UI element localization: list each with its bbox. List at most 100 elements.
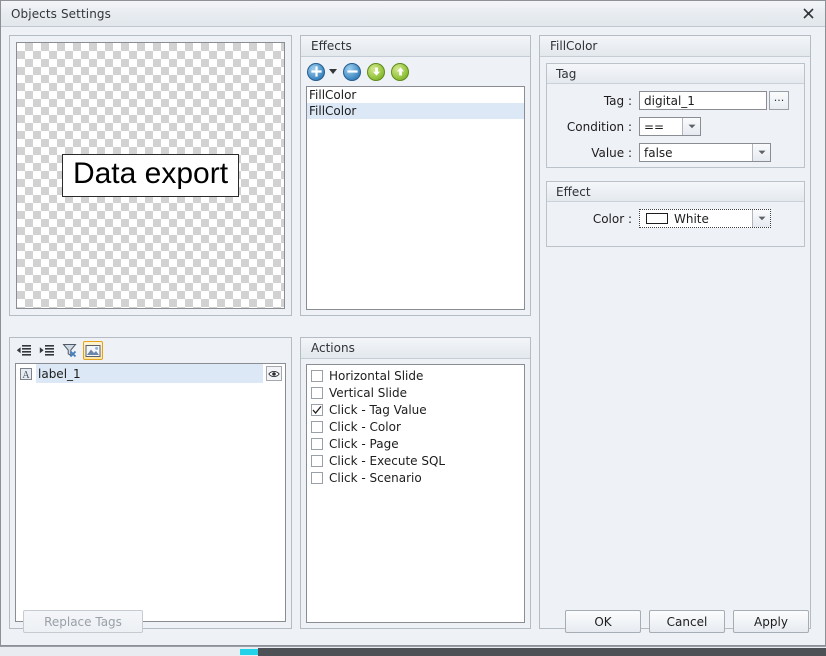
dialog-footer: Replace Tags OK Cancel Apply — [1, 601, 825, 645]
taskbar-active-marker[interactable] — [240, 649, 258, 655]
condition-field-row: Condition : == — [547, 117, 804, 136]
action-label: Click - Execute SQL — [329, 453, 446, 468]
move-down-button[interactable] — [367, 62, 385, 81]
remove-effect-button[interactable] — [343, 62, 361, 81]
filter-clear-icon[interactable] — [60, 341, 80, 360]
checkbox[interactable] — [311, 471, 323, 484]
value-value: false — [644, 145, 673, 160]
effect-item-label: FillColor — [309, 88, 357, 102]
preview-canvas[interactable]: Data export — [16, 42, 285, 309]
eye-icon[interactable] — [266, 366, 282, 381]
action-vertical-slide[interactable]: Vertical Slide — [307, 384, 524, 401]
settings-panel-header: FillColor — [540, 36, 810, 57]
action-click-page[interactable]: Click - Page — [307, 435, 524, 452]
cancel-button[interactable]: Cancel — [649, 610, 725, 633]
arrow-down-icon — [372, 67, 380, 76]
apply-button[interactable]: Apply — [733, 610, 809, 633]
tag-field-row: Tag : digital_1 ··· — [547, 91, 804, 110]
action-label: Click - Page — [329, 436, 399, 451]
replace-tags-button[interactable]: Replace Tags — [23, 610, 143, 633]
tag-input-value: digital_1 — [644, 93, 695, 108]
ok-button[interactable]: OK — [565, 610, 641, 633]
outdent-icon[interactable] — [14, 341, 34, 360]
action-label: Click - Color — [329, 419, 401, 434]
color-value: White — [674, 211, 709, 226]
indent-glyph — [39, 344, 54, 356]
checkbox[interactable] — [311, 369, 323, 382]
value-field-row: Value : false — [547, 143, 804, 162]
chevron-down-glyph — [758, 216, 765, 221]
effects-panel-header: Effects — [301, 36, 530, 57]
objects-toolbar — [10, 338, 291, 363]
text-label-icon: A — [16, 367, 36, 381]
value-select[interactable]: false — [639, 143, 771, 162]
minus-icon — [346, 70, 358, 73]
condition-label: Condition : — [566, 119, 632, 134]
add-effect-dropdown-icon[interactable] — [329, 69, 337, 74]
tag-input[interactable]: digital_1 — [639, 91, 767, 110]
preview-label-object[interactable]: Data export — [61, 154, 240, 197]
dialog-body: Data export A label_1 Effects FillColor … — [1, 27, 825, 645]
close-icon[interactable] — [797, 5, 819, 23]
list-item[interactable]: FillColor — [307, 87, 524, 103]
object-preview-panel: Data export — [9, 35, 292, 316]
dialog-button-group: OK Cancel Apply — [565, 610, 809, 633]
effect-settings-panel: FillColor Tag Tag : digital_1 ··· Condit… — [539, 35, 811, 629]
chevron-down-icon[interactable] — [752, 210, 770, 227]
color-combo-content: White — [640, 210, 752, 227]
chevron-down-icon[interactable] — [682, 118, 700, 135]
color-field-row: Color : White — [547, 209, 804, 228]
list-item[interactable]: A label_1 — [16, 364, 285, 383]
checkbox[interactable] — [311, 454, 323, 467]
image-glyph — [85, 344, 101, 357]
chevron-down-icon[interactable] — [752, 144, 770, 161]
tag-group: Tag Tag : digital_1 ··· Condition : == V… — [546, 63, 805, 168]
color-label: Color : — [592, 211, 632, 226]
action-click-execute-sql[interactable]: Click - Execute SQL — [307, 452, 524, 469]
color-select[interactable]: White — [639, 209, 771, 228]
action-click-scenario[interactable]: Click - Scenario — [307, 469, 524, 486]
effects-toolbar — [301, 57, 530, 86]
checkbox-checked[interactable] — [311, 403, 323, 416]
close-glyph — [802, 8, 814, 19]
action-click-tag-value[interactable]: Click - Tag Value — [307, 401, 524, 418]
effects-panel: Effects FillColor FillColor — [300, 35, 531, 316]
effects-list[interactable]: FillColor FillColor — [306, 86, 525, 310]
checkbox[interactable] — [311, 420, 323, 433]
condition-value: == — [644, 119, 665, 134]
visibility-toggle[interactable] — [263, 366, 285, 381]
image-icon[interactable] — [83, 341, 103, 360]
window-title: Objects Settings — [11, 6, 111, 21]
chevron-down-glyph — [758, 150, 765, 155]
move-up-button[interactable] — [391, 62, 409, 81]
action-horizontal-slide[interactable]: Horizontal Slide — [307, 367, 524, 384]
title-bar: Objects Settings — [1, 1, 825, 27]
actions-list[interactable]: Horizontal Slide Vertical Slide Click - … — [306, 364, 525, 623]
add-effect-button[interactable] — [307, 62, 325, 81]
indent-icon[interactable] — [37, 341, 57, 360]
objects-list-panel: A label_1 — [9, 337, 292, 629]
checkbox[interactable] — [311, 386, 323, 399]
tag-label: Tag : — [603, 93, 632, 108]
effect-item-label: FillColor — [309, 104, 357, 118]
condition-select[interactable]: == — [639, 117, 701, 136]
action-label: Horizontal Slide — [329, 368, 424, 383]
checkbox[interactable] — [311, 437, 323, 450]
text-label-glyph: A — [20, 367, 32, 381]
list-item[interactable]: FillColor — [307, 103, 524, 119]
actions-panel: Actions Horizontal Slide Vertical Slide — [300, 337, 531, 629]
outdent-glyph — [16, 344, 31, 356]
arrow-up-icon — [396, 67, 404, 76]
check-icon — [312, 405, 322, 414]
taskbar-background — [258, 648, 826, 656]
value-label: Value : — [591, 145, 632, 160]
color-swatch — [646, 213, 668, 224]
objects-settings-dialog: Objects Settings Data export A label_1 E… — [0, 0, 826, 646]
action-label: Click - Tag Value — [329, 402, 427, 417]
tag-browse-button[interactable]: ··· — [769, 91, 789, 110]
actions-panel-header: Actions — [301, 338, 530, 359]
action-click-color[interactable]: Click - Color — [307, 418, 524, 435]
objects-tree[interactable]: A label_1 — [15, 363, 286, 622]
effect-group-header: Effect — [547, 182, 804, 202]
action-label: Click - Scenario — [329, 470, 422, 485]
